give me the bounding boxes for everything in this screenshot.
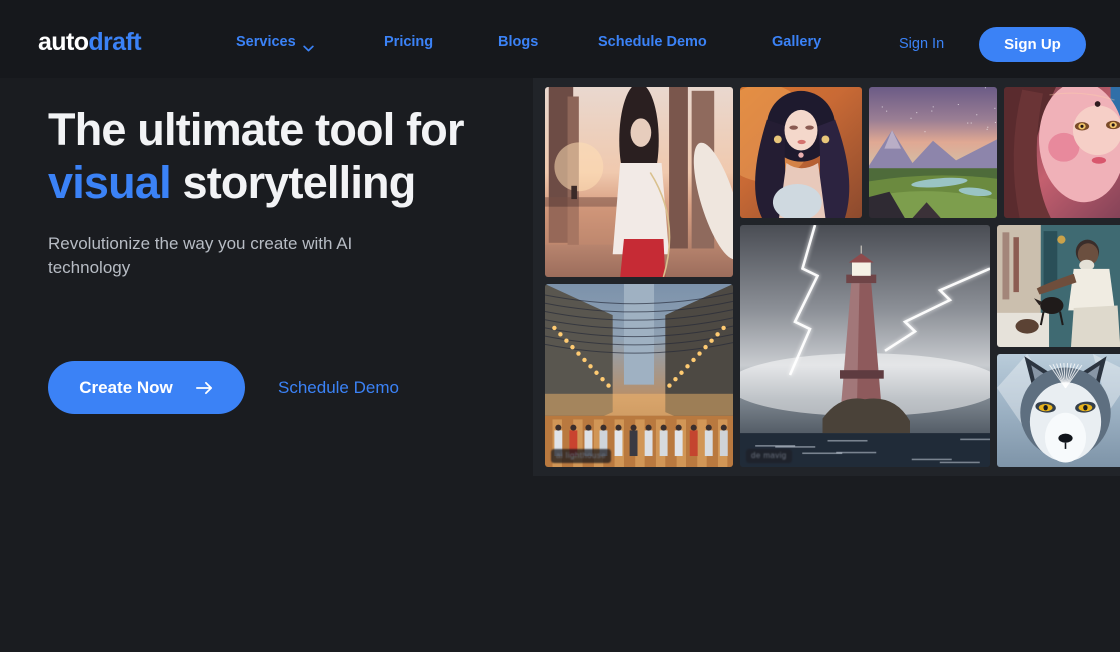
gallery-image-long-hair-woman-portrait (740, 87, 862, 218)
gallery-image-night-street-market (545, 284, 733, 467)
gallery-tile-night-street-market[interactable]: ai lighthouse (545, 284, 733, 467)
gallery-tile-long-hair-woman-portrait[interactable] (740, 87, 862, 218)
gallery-tile-bindi-woman-closeup[interactable] (1004, 87, 1120, 218)
nav-item-blogs[interactable]: Blogs (498, 34, 538, 50)
gallery-image-temple-woman-sunset (545, 87, 733, 277)
hero-title: The ultimate tool for visual storytellin… (48, 104, 518, 209)
top-navigation-bar: autodraft Services Pricing Blogs Schedul… (0, 0, 1120, 78)
hero-cta-group: Create Now Schedule Demo (48, 361, 399, 414)
gallery-image-bindi-woman-closeup (1004, 87, 1120, 218)
brand-logo-secondary: draft (88, 28, 141, 56)
schedule-demo-link[interactable]: Schedule Demo (278, 378, 399, 398)
nav-item-services[interactable]: Services (236, 34, 314, 50)
hero-title-line2: storytelling (171, 157, 416, 208)
gallery-image-chai-vendor-street (997, 225, 1120, 347)
gallery-image-mountain-valley-landscape (869, 87, 997, 218)
sign-in-link[interactable]: Sign In (899, 36, 944, 52)
gallery-image-lighthouse-lightning-storm (740, 225, 990, 467)
arrow-right-icon (195, 380, 214, 396)
nav-item-schedule-demo[interactable]: Schedule Demo (598, 34, 707, 50)
gallery-tile-caption: ai lighthouse (551, 449, 611, 463)
hero-title-line1: The ultimate tool for (48, 104, 464, 155)
gallery-tile-mountain-valley-landscape[interactable] (869, 87, 997, 218)
gallery-image-white-wolf-portrait (997, 354, 1120, 467)
hero-title-accent: visual (48, 157, 171, 208)
nav-item-gallery[interactable]: Gallery (772, 34, 821, 50)
nav-item-pricing[interactable]: Pricing (384, 34, 433, 50)
gallery-tile-white-wolf-portrait[interactable] (997, 354, 1120, 467)
gallery-tile-temple-woman-sunset[interactable] (545, 87, 733, 277)
hero-subtitle: Revolutionize the way you create with AI… (48, 232, 438, 280)
hero-image-gallery: ai lighthouse de mavig (533, 78, 1120, 476)
hero-section: The ultimate tool for visual storytellin… (48, 104, 518, 281)
gallery-tile-lighthouse-lightning-storm[interactable]: de mavig (740, 225, 990, 467)
sign-up-button[interactable]: Sign Up (979, 27, 1086, 62)
brand-logo[interactable]: autodraft (38, 30, 141, 55)
chevron-down-icon (303, 40, 314, 47)
create-now-button[interactable]: Create Now (48, 361, 245, 414)
gallery-tile-chai-vendor-street[interactable] (997, 225, 1120, 347)
brand-logo-primary: auto (38, 28, 88, 56)
gallery-tile-caption: de mavig (746, 449, 792, 463)
nav-item-services-label: Services (236, 34, 296, 50)
create-now-label: Create Now (79, 378, 173, 398)
